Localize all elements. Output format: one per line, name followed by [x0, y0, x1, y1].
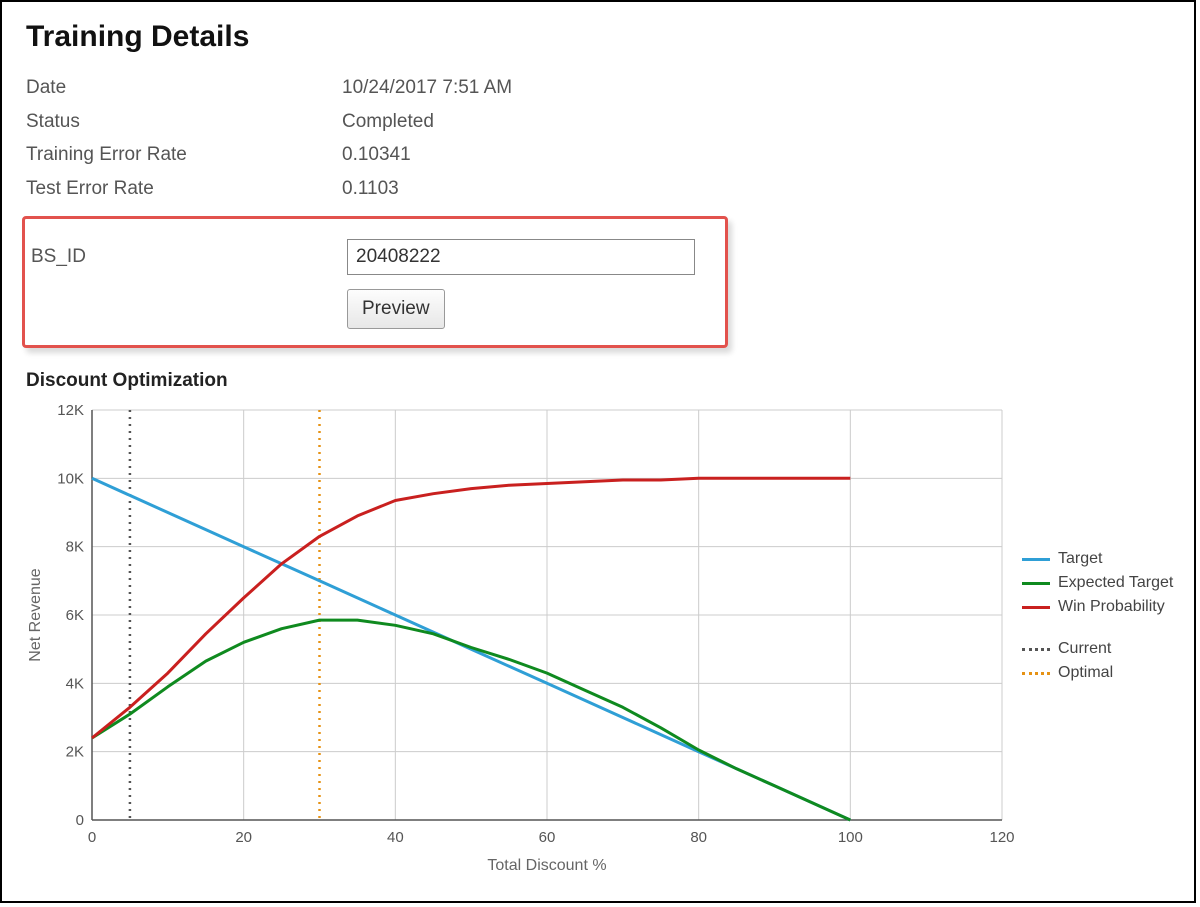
bs-id-label: BS_ID	[31, 246, 347, 268]
detail-row-status: Status Completed	[26, 108, 1174, 136]
legend-label-target: Target	[1058, 550, 1102, 568]
app-frame: Training Details Date 10/24/2017 7:51 AM…	[0, 0, 1196, 903]
legend-item-expected: Expected Target	[1022, 574, 1173, 592]
legend-label-winprob: Win Probability	[1058, 598, 1165, 616]
svg-text:0: 0	[88, 829, 96, 846]
bs-id-panel: BS_ID Preview	[22, 216, 728, 348]
details-section: Date 10/24/2017 7:51 AM Status Completed…	[26, 74, 1174, 202]
chart-svg: 0 2K 4K 6K 8K 10K 12K 0 20 40 60 80 100 120 Total Disc…	[22, 400, 1022, 880]
legend-label-optimal: Optimal	[1058, 664, 1113, 682]
legend-label-current: Current	[1058, 640, 1111, 658]
svg-text:20: 20	[235, 829, 252, 846]
svg-text:80: 80	[690, 829, 707, 846]
detail-row-train-error: Training Error Rate 0.10341	[26, 141, 1174, 169]
test-error-label: Test Error Rate	[26, 175, 342, 203]
legend-swatch-current	[1022, 648, 1050, 651]
legend-swatch-optimal	[1022, 672, 1050, 675]
svg-text:100: 100	[838, 829, 863, 846]
svg-text:6K: 6K	[66, 607, 84, 624]
svg-text:12K: 12K	[57, 402, 84, 419]
test-error-value: 0.1103	[342, 175, 399, 203]
svg-text:40: 40	[387, 829, 404, 846]
chart-title: Discount Optimization	[26, 370, 1174, 392]
svg-text:10K: 10K	[57, 471, 84, 488]
legend-item-current: Current	[1022, 640, 1173, 658]
svg-text:120: 120	[989, 829, 1014, 846]
legend-item-winprob: Win Probability	[1022, 598, 1173, 616]
detail-row-test-error: Test Error Rate 0.1103	[26, 175, 1174, 203]
chart-area: 0 2K 4K 6K 8K 10K 12K 0 20 40 60 80 100 120 Total Disc…	[22, 400, 1022, 885]
legend-item-target: Target	[1022, 550, 1173, 568]
detail-row-date: Date 10/24/2017 7:51 AM	[26, 74, 1174, 102]
page-title: Training Details	[26, 20, 1174, 54]
bs-id-input[interactable]	[347, 239, 695, 275]
svg-text:Net Revenue: Net Revenue	[27, 568, 44, 661]
svg-text:2K: 2K	[66, 744, 84, 761]
svg-text:Total Discount %: Total Discount %	[487, 857, 606, 874]
legend-swatch-expected	[1022, 582, 1050, 585]
svg-text:8K: 8K	[66, 539, 84, 556]
svg-text:60: 60	[539, 829, 556, 846]
legend: Target Expected Target Win Probability C…	[1022, 400, 1173, 688]
legend-item-optimal: Optimal	[1022, 664, 1173, 682]
status-label: Status	[26, 108, 342, 136]
chart-wrap: 0 2K 4K 6K 8K 10K 12K 0 20 40 60 80 100 120 Total Disc…	[22, 400, 1174, 885]
date-label: Date	[26, 74, 342, 102]
status-value: Completed	[342, 108, 434, 136]
legend-label-expected: Expected Target	[1058, 574, 1173, 592]
train-error-label: Training Error Rate	[26, 141, 342, 169]
legend-swatch-target	[1022, 558, 1050, 561]
bs-id-row: BS_ID	[31, 239, 719, 275]
preview-button[interactable]: Preview	[347, 289, 445, 329]
train-error-value: 0.10341	[342, 141, 411, 169]
svg-text:4K: 4K	[66, 676, 84, 693]
date-value: 10/24/2017 7:51 AM	[342, 74, 512, 102]
svg-text:0: 0	[76, 812, 84, 829]
legend-swatch-winprob	[1022, 606, 1050, 609]
